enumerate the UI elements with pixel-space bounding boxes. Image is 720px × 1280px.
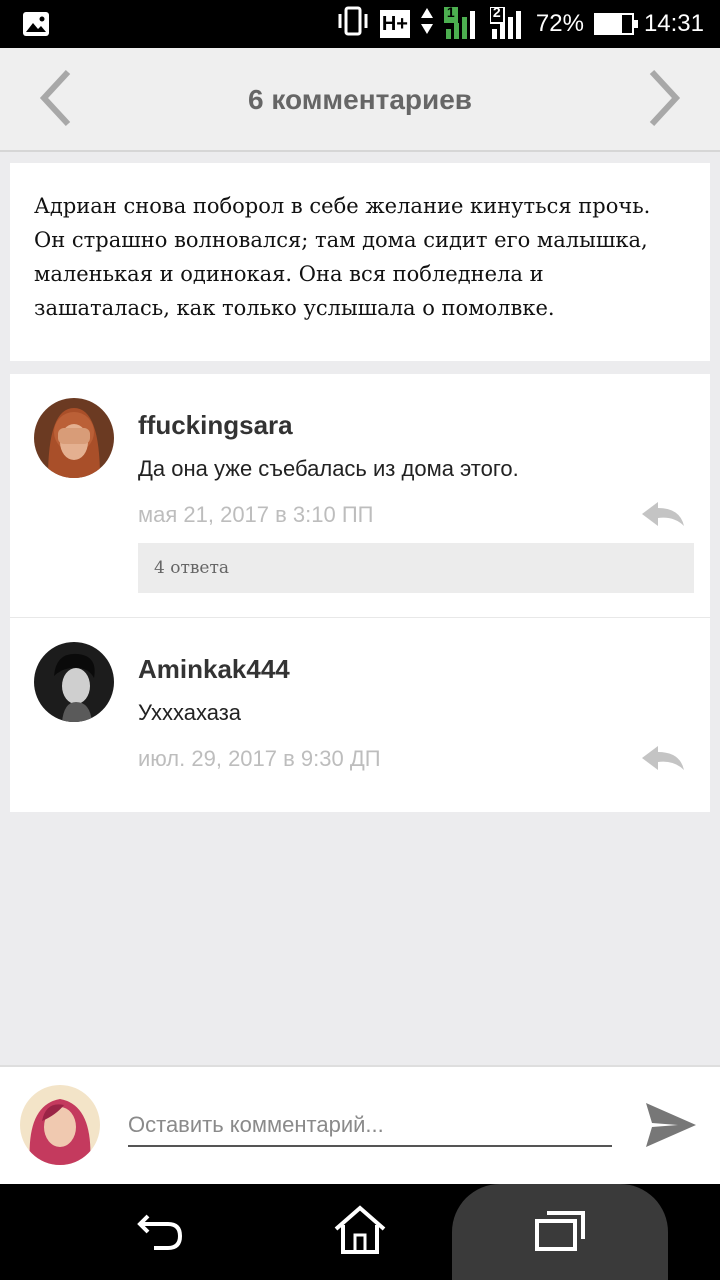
quoted-text: Адриан снова поборол в себе желание кину… <box>34 194 651 320</box>
chevron-right-icon <box>644 66 684 135</box>
battery-icon <box>593 13 638 35</box>
recents-icon <box>533 1207 587 1258</box>
sim1-signal-icon: 1 <box>443 4 480 41</box>
comments-list: ffuckingsara Да она уже съебалась из дом… <box>10 374 710 812</box>
comment-author[interactable]: ffuckingsara <box>138 410 293 441</box>
vibrate-icon <box>336 6 370 43</box>
comment-item: ffuckingsara Да она уже съебалась из дом… <box>10 374 710 618</box>
current-user-avatar <box>20 1085 100 1165</box>
clock: 14:31 <box>643 10 704 37</box>
replies-toggle[interactable]: 4 ответа <box>138 543 694 593</box>
gallery-notification-icon <box>22 11 50 37</box>
battery-percent: 72% <box>535 10 584 37</box>
reply-button[interactable] <box>640 500 686 530</box>
quoted-passage: Адриан снова поборол в себе желание кину… <box>10 163 710 361</box>
comment-text: Да она уже съебалась из дома этого. <box>138 456 519 481</box>
reply-button[interactable] <box>640 744 686 774</box>
recents-button[interactable] <box>530 1202 590 1262</box>
comment-date: июл. 29, 2017 в 9:30 ДП <box>138 746 381 771</box>
back-icon <box>134 1208 186 1257</box>
page-title: 6 комментариев <box>247 84 473 115</box>
comment-input[interactable] <box>128 1105 612 1147</box>
comment-author[interactable]: Aminkak444 <box>138 654 290 685</box>
compose-bar <box>0 1065 720 1184</box>
network-type-badge: H+ <box>379 10 410 38</box>
next-button[interactable] <box>634 68 694 132</box>
home-icon <box>333 1204 387 1260</box>
back-button[interactable] <box>130 1202 190 1262</box>
comment-item: Aminkak444 Ухххахаза июл. 29, 2017 в 9:3… <box>10 618 710 812</box>
sim1-label: 1 <box>446 4 455 20</box>
sim2-label: 2 <box>492 4 501 20</box>
send-icon <box>642 1103 698 1157</box>
send-button[interactable] <box>642 1097 698 1153</box>
reply-icon <box>640 502 686 534</box>
comment-text: Ухххахаза <box>138 700 242 725</box>
sim2-signal-icon: 2 <box>488 4 526 41</box>
avatar[interactable] <box>34 398 114 478</box>
status-bar: H+ 1 2 72% 14:31 <box>0 0 720 48</box>
avatar[interactable] <box>34 642 114 722</box>
reply-icon <box>640 746 686 778</box>
home-button[interactable] <box>330 1202 390 1262</box>
comments-header: 6 комментариев <box>0 48 720 152</box>
system-navigation-bar <box>0 1184 720 1280</box>
comment-date: мая 21, 2017 в 3:10 ПП <box>138 502 374 527</box>
data-arrows-icon <box>420 6 434 43</box>
